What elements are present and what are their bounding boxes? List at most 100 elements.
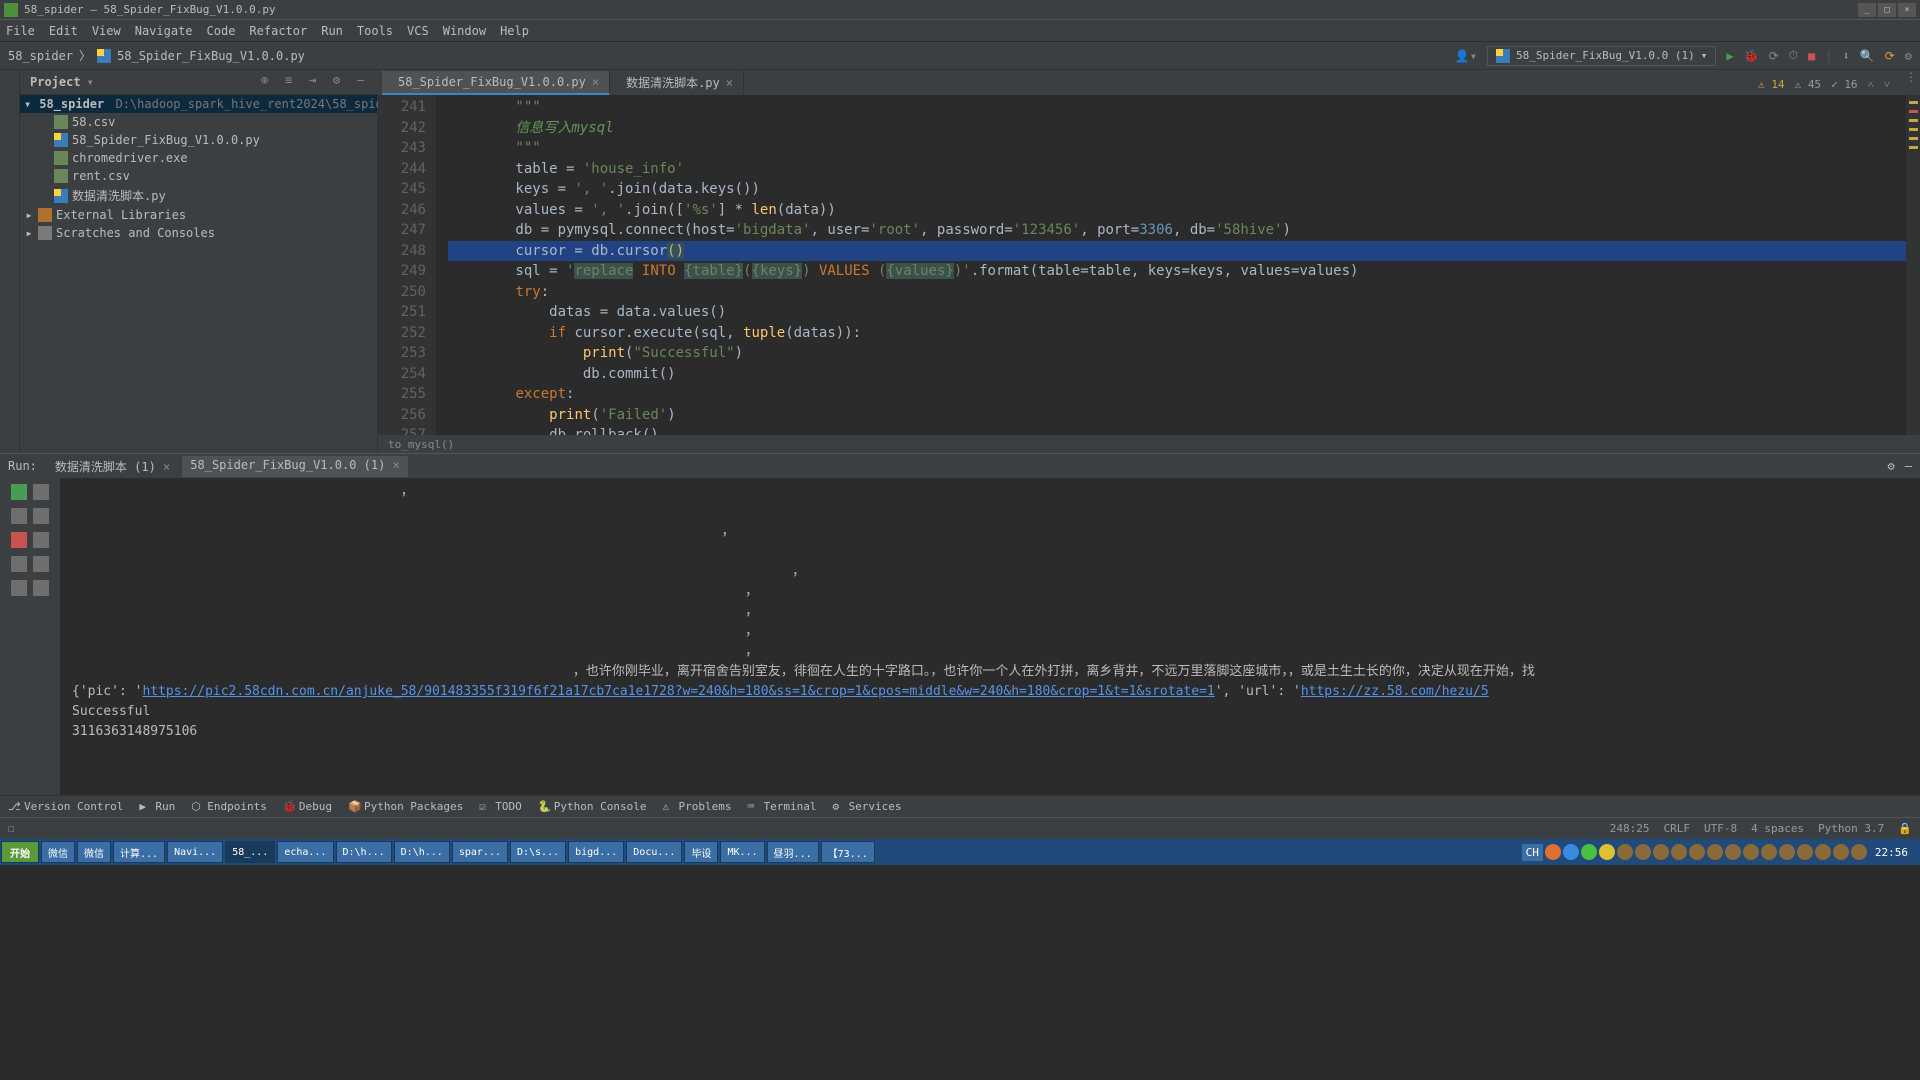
menu-help[interactable]: Help xyxy=(500,24,529,38)
toolwin-services[interactable]: ⚙Services xyxy=(832,800,901,813)
menu-code[interactable]: Code xyxy=(207,24,236,38)
line-gutter[interactable]: 241 242 243 244 245 246 247 248 249 250 … xyxy=(378,95,436,435)
clock[interactable]: 22:56 xyxy=(1869,846,1914,859)
taskbar-item[interactable]: D:\h... xyxy=(394,841,450,863)
run-config-selector[interactable]: 58_Spider_FixBug_V1.0.0 (1) ▾ xyxy=(1487,46,1716,66)
taskbar-item[interactable]: 昼羽... xyxy=(767,841,819,863)
menu-vcs[interactable]: VCS xyxy=(407,24,429,38)
menu-refactor[interactable]: Refactor xyxy=(249,24,307,38)
python-interpreter[interactable]: Python 3.7 xyxy=(1818,822,1884,835)
taskbar-item[interactable]: bigd... xyxy=(568,841,624,863)
close-icon[interactable]: × xyxy=(393,458,400,472)
code-breadcrumb[interactable]: to_mysql() xyxy=(378,435,1920,453)
hide-icon[interactable]: — xyxy=(357,73,375,91)
close-button[interactable]: × xyxy=(1898,3,1916,17)
tree-file[interactable]: chromedriver.exe xyxy=(20,149,377,167)
minimap[interactable] xyxy=(1906,95,1920,435)
caret-position[interactable]: 248:25 xyxy=(1610,822,1650,835)
close-tab-icon[interactable]: × xyxy=(592,75,599,89)
taskbar-item[interactable]: 【73... xyxy=(821,841,875,863)
taskbar-item[interactable]: Navi... xyxy=(167,841,223,863)
wrap-icon[interactable] xyxy=(33,532,49,548)
menu-file[interactable]: File xyxy=(6,24,35,38)
stop-button[interactable] xyxy=(11,532,27,548)
close-icon[interactable]: × xyxy=(163,460,170,474)
code-body[interactable]: """ 信息写入mysql """ table = 'house_info' k… xyxy=(436,95,1906,435)
project-tree[interactable]: ▾58_spider D:\hadoop_spark_hive_rent2024… xyxy=(20,95,378,453)
lock-icon[interactable]: 🔒 xyxy=(1898,822,1912,835)
up-icon[interactable] xyxy=(33,484,49,500)
down-icon[interactable] xyxy=(33,508,49,524)
menu-run[interactable]: Run xyxy=(321,24,343,38)
sync-button[interactable]: ⟳ xyxy=(1885,49,1895,63)
menu-edit[interactable]: Edit xyxy=(49,24,78,38)
tree-external-libraries[interactable]: ▸External Libraries xyxy=(20,206,377,224)
gear-icon[interactable]: ⚙ xyxy=(1888,459,1895,473)
chevron-down-icon[interactable]: ▾ xyxy=(87,75,94,89)
toolwin-endpoints[interactable]: ⬡Endpoints xyxy=(191,800,267,813)
minimize-button[interactable]: _ xyxy=(1858,3,1876,17)
editor-tab[interactable]: 数据清洗脚本.py× xyxy=(610,70,744,95)
print-button[interactable] xyxy=(11,556,27,572)
menu-tools[interactable]: Tools xyxy=(357,24,393,38)
toolwin-debug[interactable]: 🐞Debug xyxy=(283,800,332,813)
line-separator[interactable]: CRLF xyxy=(1663,822,1690,835)
tree-file[interactable]: 58_Spider_FixBug_V1.0.0.py xyxy=(20,131,377,149)
gear-icon[interactable]: ⚙ xyxy=(333,73,351,91)
hide-icon[interactable]: — xyxy=(1905,459,1912,473)
taskbar-item[interactable]: 毕设 xyxy=(684,841,718,863)
menu-navigate[interactable]: Navigate xyxy=(135,24,193,38)
collapse-icon[interactable]: ⇥ xyxy=(309,73,327,91)
url-link[interactable]: https://pic2.58cdn.com.cn/anjuke_58/9014… xyxy=(142,684,1214,699)
toolwin-python-packages[interactable]: 📦Python Packages xyxy=(348,800,463,813)
indent-info[interactable]: 4 spaces xyxy=(1751,822,1804,835)
run-button[interactable]: ▶ xyxy=(1726,49,1733,63)
vcs-update-button[interactable]: ⬇ xyxy=(1843,49,1850,63)
trash-icon[interactable] xyxy=(33,580,49,596)
toolwin-terminal[interactable]: ⌨Terminal xyxy=(748,800,817,813)
tab-menu-icon[interactable]: ⋮ xyxy=(1902,70,1920,95)
soft-wrap-icon[interactable] xyxy=(33,556,49,572)
taskbar-item[interactable]: D:\s... xyxy=(510,841,566,863)
taskbar-item[interactable]: MK... xyxy=(720,841,764,863)
taskbar-item[interactable]: D:\h... xyxy=(336,841,392,863)
toolwin-run[interactable]: ▶Run xyxy=(139,800,175,813)
taskbar-item[interactable]: 58_... xyxy=(225,841,275,863)
run-tab[interactable]: 数据清洗脚本 (1) × xyxy=(47,456,178,477)
toolwin-version-control[interactable]: ⎇Version Control xyxy=(8,800,123,813)
console-output[interactable]: ， ， ， xyxy=(60,478,1920,795)
tree-file[interactable]: 数据清洗脚本.py xyxy=(20,185,377,206)
breadcrumb-project[interactable]: 58_spider xyxy=(8,49,73,63)
profile-button[interactable]: ⏱ xyxy=(1789,48,1798,63)
taskbar-item[interactable]: 计算... xyxy=(113,841,165,863)
code-area[interactable]: 241 242 243 244 245 246 247 248 249 250 … xyxy=(378,95,1920,435)
breadcrumb[interactable]: 58_spider 〉 58_Spider_FixBug_V1.0.0.py xyxy=(8,47,305,64)
rerun-button[interactable] xyxy=(11,484,27,500)
tree-file[interactable]: 58.csv xyxy=(20,113,377,131)
status-icon[interactable]: ☐ xyxy=(8,822,15,835)
taskbar-item[interactable]: spar... xyxy=(452,841,508,863)
breadcrumb-file[interactable]: 58_Spider_FixBug_V1.0.0.py xyxy=(117,49,305,63)
rerun-button[interactable]: ⟳ xyxy=(1769,49,1779,63)
ime-indicator[interactable]: CH xyxy=(1522,844,1543,861)
tree-file[interactable]: rent.csv xyxy=(20,167,377,185)
taskbar-item[interactable]: echa... xyxy=(277,841,333,863)
stop-button[interactable]: ■ xyxy=(1808,49,1815,63)
taskbar-item[interactable]: 微信 xyxy=(41,841,75,863)
debug-button[interactable]: 🐞 xyxy=(1744,49,1759,63)
menu-view[interactable]: View xyxy=(92,24,121,38)
tree-scratches[interactable]: ▸Scratches and Consoles xyxy=(20,224,377,242)
project-label[interactable]: Project xyxy=(20,75,91,89)
system-tray[interactable]: CH 22:56 xyxy=(1522,844,1920,861)
editor-tab[interactable]: 58_Spider_FixBug_V1.0.0.py× xyxy=(382,71,610,95)
run-tab[interactable]: 58_Spider_FixBug_V1.0.0 (1) × xyxy=(182,456,408,477)
search-button[interactable]: 🔍 xyxy=(1860,49,1875,63)
url-link[interactable]: https://zz.58.com/hezu/5 xyxy=(1301,684,1489,699)
user-icon[interactable]: 👤▾ xyxy=(1455,49,1477,63)
locate-icon[interactable]: ⊕ xyxy=(261,73,279,91)
toolwin-python-console[interactable]: 🐍Python Console xyxy=(538,800,647,813)
chevron-up-icon[interactable]: ˄ xyxy=(1868,78,1874,91)
pin-button[interactable] xyxy=(11,580,27,596)
chevron-down-icon[interactable]: ˅ xyxy=(1884,78,1890,91)
settings-button[interactable]: ⚙ xyxy=(1905,49,1912,63)
